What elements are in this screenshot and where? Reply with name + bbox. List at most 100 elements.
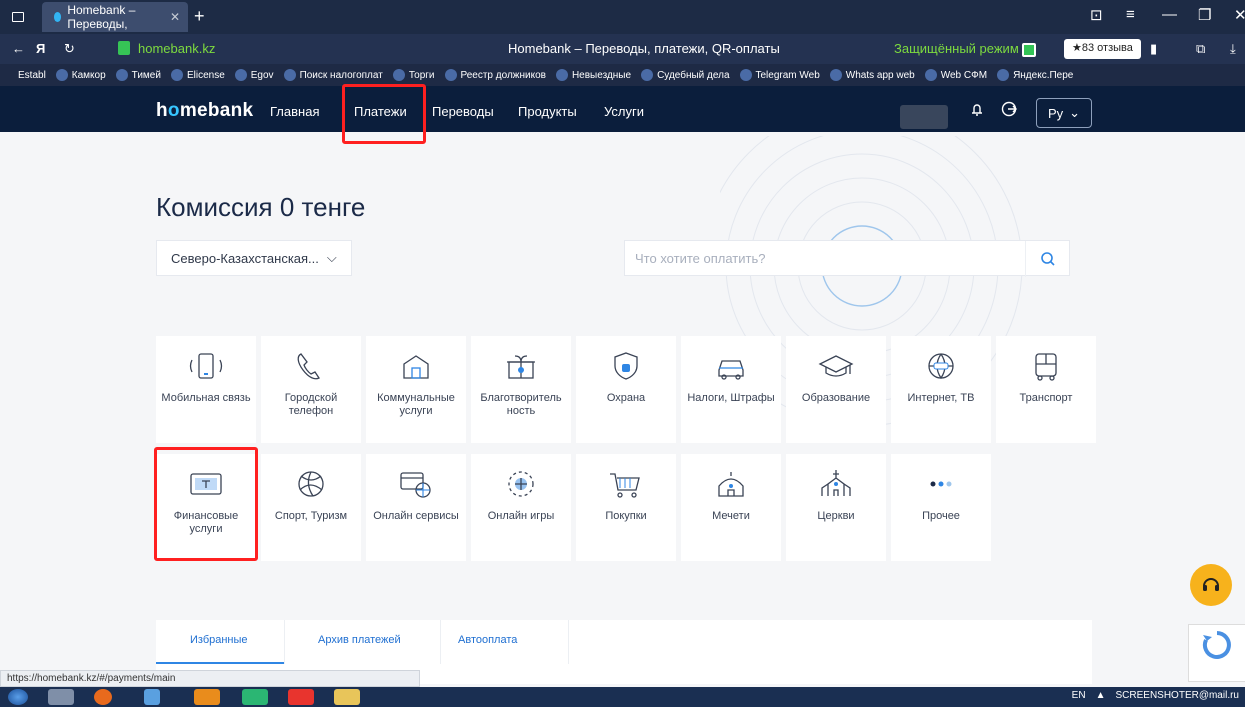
close-tab-icon[interactable]: ✕ bbox=[170, 10, 180, 24]
tray-arrow-icon[interactable]: ▲ bbox=[1096, 690, 1106, 701]
close-window-icon[interactable]: ✕ bbox=[1234, 6, 1245, 24]
input-language[interactable]: EN bbox=[1072, 690, 1086, 701]
restore-icon[interactable]: ❐ bbox=[1198, 6, 1211, 24]
category-label: Онлайн игры bbox=[487, 510, 555, 522]
category-label: Охрана bbox=[606, 392, 646, 404]
favicon-icon bbox=[54, 12, 62, 22]
nav-transfers[interactable]: Переводы bbox=[432, 104, 494, 119]
category-gamepad-globe[interactable]: Онлайн игры bbox=[471, 454, 571, 561]
bookmark-icon[interactable]: ▮ bbox=[1150, 41, 1157, 57]
folder-icon[interactable] bbox=[334, 689, 360, 705]
minimize-icon[interactable]: — bbox=[1162, 6, 1177, 23]
chat-app-icon[interactable] bbox=[242, 689, 268, 705]
bookmark-item[interactable]: Камкор bbox=[55, 69, 106, 81]
nav-products[interactable]: Продукты bbox=[518, 104, 577, 119]
bookmark-item[interactable]: Реестр должников bbox=[444, 69, 546, 81]
extension-icon[interactable]: ⧉ bbox=[1196, 41, 1205, 57]
nav-services[interactable]: Услуги bbox=[604, 104, 644, 119]
bookmark-item[interactable]: Яндекс.Пере bbox=[997, 69, 1073, 81]
outlook-icon[interactable] bbox=[194, 689, 220, 705]
category-bus[interactable]: Транспорт bbox=[996, 336, 1096, 443]
shield-icon bbox=[606, 350, 646, 382]
category-phone[interactable]: Городской телефон bbox=[261, 336, 361, 443]
recaptcha-badge[interactable] bbox=[1188, 624, 1245, 682]
reviews-badge[interactable]: ★83 отзыва bbox=[1064, 39, 1141, 59]
category-cart[interactable]: Покупки bbox=[576, 454, 676, 561]
category-label: Городской телефон bbox=[284, 392, 338, 417]
bookmark-label: Establ bbox=[18, 69, 46, 81]
logout-icon[interactable] bbox=[1000, 100, 1018, 118]
bookmark-label: Судебный дела bbox=[657, 69, 730, 81]
bookmark-item[interactable]: Egov bbox=[234, 69, 274, 81]
bookmark-item[interactable]: Поиск налогоплат bbox=[283, 69, 383, 81]
tab-title: Homebank – Переводы, bbox=[67, 3, 136, 31]
category-card-globe[interactable]: Онлайн сервисы bbox=[366, 454, 466, 561]
back-icon[interactable]: ← bbox=[12, 41, 25, 56]
category-car[interactable]: Налоги, Штрафы bbox=[681, 336, 781, 443]
bookmark-favicon-icon bbox=[170, 69, 183, 81]
lock-icon[interactable] bbox=[118, 41, 130, 55]
url-text[interactable]: homebank.kz bbox=[138, 41, 215, 56]
new-tab-icon[interactable]: + bbox=[194, 6, 205, 27]
mosque-icon bbox=[711, 468, 751, 500]
bookmark-item[interactable]: Невыездные bbox=[555, 69, 631, 81]
bookmark-manager-icon[interactable]: ⊡ bbox=[1090, 6, 1103, 24]
yandex-browser-icon[interactable] bbox=[288, 689, 314, 705]
category-label: Благотворитель ность bbox=[480, 392, 562, 417]
bookmark-favicon-icon bbox=[555, 69, 568, 81]
tab-autopay[interactable]: Автооплата bbox=[458, 634, 517, 646]
category-gift[interactable]: Благотворитель ность bbox=[471, 336, 571, 443]
notepad-icon[interactable] bbox=[144, 689, 160, 705]
category-dots[interactable]: Прочее bbox=[891, 454, 991, 561]
homebank-logo[interactable]: homebank bbox=[156, 100, 253, 122]
tab-favorites[interactable]: Избранные bbox=[190, 634, 248, 646]
support-chat-button[interactable] bbox=[1190, 564, 1232, 606]
start-button-icon[interactable] bbox=[8, 689, 28, 705]
dots-icon bbox=[921, 468, 961, 500]
reload-icon[interactable]: ↻ bbox=[64, 41, 75, 57]
nav-main[interactable]: Главная bbox=[270, 104, 319, 119]
bookmark-item[interactable]: Судебный дела bbox=[641, 69, 730, 81]
category-shield[interactable]: Охрана bbox=[576, 336, 676, 443]
bookmark-item[interactable]: Торги bbox=[392, 69, 435, 81]
bookmark-item[interactable]: Telegram Web bbox=[739, 69, 820, 81]
category-house[interactable]: Коммунальные услуги bbox=[366, 336, 466, 443]
category-church[interactable]: Церкви bbox=[786, 454, 886, 561]
category-ball[interactable]: Спорт, Туризм bbox=[261, 454, 361, 561]
bookmark-item[interactable]: Web СФМ bbox=[924, 69, 987, 81]
secure-mode-icon[interactable] bbox=[1022, 43, 1036, 57]
bookmark-item[interactable]: Elicense bbox=[170, 69, 225, 81]
church-icon bbox=[816, 468, 856, 500]
menu-icon[interactable]: ≡ bbox=[1126, 6, 1135, 23]
bookmark-favicon-icon bbox=[392, 69, 405, 81]
bookmark-item[interactable]: Establ bbox=[18, 70, 46, 81]
secure-mode-label[interactable]: Защищённый режим bbox=[894, 41, 1019, 56]
category-label: Прочее bbox=[922, 510, 960, 522]
tabs-panel-icon[interactable] bbox=[12, 12, 24, 22]
bookmark-item[interactable]: Тимей bbox=[115, 69, 161, 81]
category-graduation-cap[interactable]: Образование bbox=[786, 336, 886, 443]
bookmark-item[interactable]: Whats app web bbox=[829, 69, 915, 81]
bell-icon[interactable] bbox=[968, 100, 986, 118]
yandex-icon[interactable]: Я bbox=[36, 41, 45, 56]
taskbar-app-icon[interactable] bbox=[48, 689, 74, 705]
bookmark-label: Egov bbox=[250, 69, 274, 81]
page-heading: Комиссия 0 тенге bbox=[156, 192, 366, 222]
category-mosque[interactable]: Мечети bbox=[681, 454, 781, 561]
category-label: Транспорт bbox=[1019, 392, 1073, 404]
category-mobile[interactable]: Мобильная связь bbox=[156, 336, 256, 443]
category-globe[interactable]: Интернет, ТВ bbox=[891, 336, 991, 443]
download-icon[interactable]: ⤓ bbox=[1230, 41, 1236, 57]
tab-archive[interactable]: Архив платежей bbox=[318, 634, 401, 646]
search-input[interactable]: Что хотите оплатить? bbox=[624, 240, 1070, 277]
browser-tab-bar: Homebank – Переводы, ✕ + ⊡ ≡ — ❐ ✕ bbox=[0, 0, 1245, 34]
bus-icon bbox=[1026, 350, 1066, 382]
bookmark-favicon-icon bbox=[283, 69, 296, 81]
search-icon[interactable] bbox=[1025, 241, 1069, 277]
tray-brand[interactable]: SCREENSHOTER@mail.ru bbox=[1115, 690, 1239, 701]
bookmark-favicon-icon bbox=[115, 69, 128, 81]
firefox-icon[interactable] bbox=[94, 689, 112, 705]
region-select[interactable]: Северо-Казахстанская... ⌵ bbox=[156, 240, 352, 276]
browser-tab[interactable]: Homebank – Переводы, ✕ bbox=[42, 2, 188, 32]
language-select[interactable]: Ру ⌄ bbox=[1036, 98, 1092, 128]
